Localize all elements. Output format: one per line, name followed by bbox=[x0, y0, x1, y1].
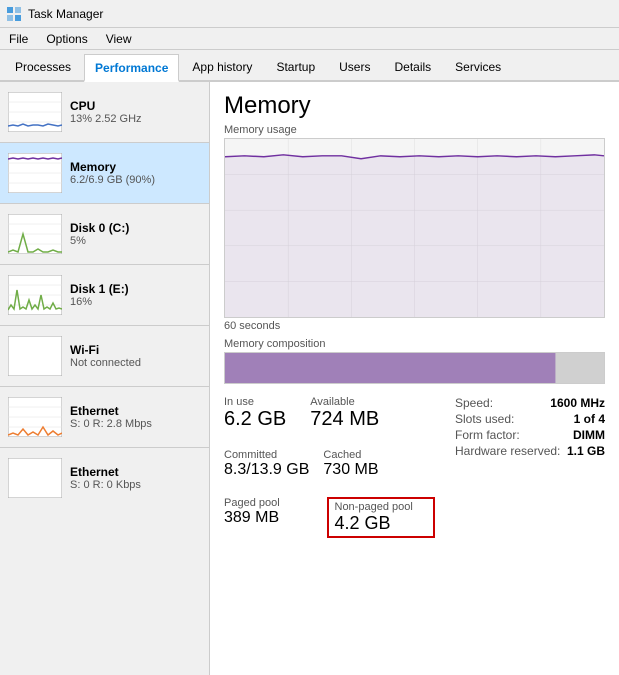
disk1-label: Disk 1 (E:) bbox=[70, 282, 201, 296]
sidebar-item-cpu[interactable]: CPU 13% 2.52 GHz bbox=[0, 82, 209, 142]
disk0-sub: 5% bbox=[70, 235, 201, 247]
sidebar-item-ethernet1[interactable]: Ethernet S: 0 R: 2.8 Mbps bbox=[0, 387, 209, 447]
disk0-label: Disk 0 (C:) bbox=[70, 221, 201, 235]
time-label: 60 seconds bbox=[224, 320, 605, 332]
ethernet1-label: Ethernet bbox=[70, 404, 201, 418]
main-content: CPU 13% 2.52 GHz Memory 6.2/6.9 GB (90%) bbox=[0, 82, 619, 675]
wifi-sub: Not connected bbox=[70, 357, 201, 369]
menu-bar: File Options View bbox=[0, 28, 619, 50]
ethernet1-info: Ethernet S: 0 R: 2.8 Mbps bbox=[70, 404, 201, 430]
non-paged-pool-label: Non-paged pool bbox=[335, 501, 428, 513]
stat-in-use: In use 6.2 GB bbox=[224, 396, 286, 431]
stat-paged-pool: Paged pool 389 MB bbox=[224, 497, 317, 538]
available-value: 724 MB bbox=[310, 408, 379, 431]
hw-reserved-key: Hardware reserved: bbox=[455, 444, 560, 458]
sidebar: CPU 13% 2.52 GHz Memory 6.2/6.9 GB (90%) bbox=[0, 82, 210, 675]
ethernet2-label: Ethernet bbox=[70, 465, 201, 479]
memory-sub: 6.2/6.9 GB (90%) bbox=[70, 174, 201, 186]
info-form: Form factor: DIMM bbox=[455, 428, 605, 442]
memory-usage-chart bbox=[224, 138, 605, 318]
title-text: Task Manager bbox=[28, 7, 103, 21]
wifi-thumbnail bbox=[8, 336, 62, 376]
menu-view[interactable]: View bbox=[103, 31, 135, 47]
committed-value: 8.3/13.9 GB bbox=[224, 461, 309, 479]
committed-label: Committed bbox=[224, 449, 309, 461]
sidebar-item-memory[interactable]: Memory 6.2/6.9 GB (90%) bbox=[0, 143, 209, 203]
paged-pool-label: Paged pool bbox=[224, 497, 317, 509]
sidebar-item-disk1[interactable]: Disk 1 (E:) 16% bbox=[0, 265, 209, 325]
form-val: DIMM bbox=[573, 428, 605, 442]
tab-performance[interactable]: Performance bbox=[84, 54, 179, 82]
app-icon bbox=[6, 6, 22, 22]
stat-cached: Cached 730 MB bbox=[323, 449, 378, 479]
title-bar: Task Manager bbox=[0, 0, 619, 28]
memory-thumbnail bbox=[8, 153, 62, 193]
tab-users[interactable]: Users bbox=[328, 52, 381, 80]
info-slots: Slots used: 1 of 4 bbox=[455, 412, 605, 426]
stat-non-paged-pool: Non-paged pool 4.2 GB bbox=[327, 497, 436, 538]
tab-bar: Processes Performance App history Startu… bbox=[0, 50, 619, 82]
tab-processes[interactable]: Processes bbox=[4, 52, 82, 80]
tab-services[interactable]: Services bbox=[444, 52, 512, 80]
right-panel: Memory Memory usage bbox=[210, 82, 619, 675]
info-hw-reserved: Hardware reserved: 1.1 GB bbox=[455, 444, 605, 458]
cpu-label: CPU bbox=[70, 99, 201, 113]
in-use-value: 6.2 GB bbox=[224, 408, 286, 431]
tab-details[interactable]: Details bbox=[383, 52, 442, 80]
menu-options[interactable]: Options bbox=[43, 31, 90, 47]
cpu-thumbnail bbox=[8, 92, 62, 132]
disk0-thumbnail bbox=[8, 214, 62, 254]
paged-pool-value: 389 MB bbox=[224, 509, 317, 527]
cached-value: 730 MB bbox=[323, 461, 378, 479]
disk1-sub: 16% bbox=[70, 296, 201, 308]
slots-val: 1 of 4 bbox=[574, 412, 605, 426]
disk0-info: Disk 0 (C:) 5% bbox=[70, 221, 201, 247]
disk1-thumbnail bbox=[8, 275, 62, 315]
in-use-label: In use bbox=[224, 396, 286, 408]
info-speed: Speed: 1600 MHz bbox=[455, 396, 605, 410]
hw-reserved-val: 1.1 GB bbox=[567, 444, 605, 458]
sidebar-item-disk0[interactable]: Disk 0 (C:) 5% bbox=[0, 204, 209, 264]
ethernet2-thumbnail bbox=[8, 458, 62, 498]
panel-title: Memory bbox=[224, 92, 605, 120]
speed-key: Speed: bbox=[455, 396, 493, 410]
sidebar-item-ethernet2[interactable]: Ethernet S: 0 R: 0 Kbps bbox=[0, 448, 209, 508]
stat-committed: Committed 8.3/13.9 GB bbox=[224, 449, 309, 479]
form-key: Form factor: bbox=[455, 428, 520, 442]
sidebar-item-wifi[interactable]: Wi-Fi Not connected bbox=[0, 326, 209, 386]
disk1-info: Disk 1 (E:) 16% bbox=[70, 282, 201, 308]
cpu-sub: 13% 2.52 GHz bbox=[70, 113, 201, 125]
ethernet2-sub: S: 0 R: 0 Kbps bbox=[70, 479, 201, 491]
memory-info: Memory 6.2/6.9 GB (90%) bbox=[70, 160, 201, 186]
ethernet2-info: Ethernet S: 0 R: 0 Kbps bbox=[70, 465, 201, 491]
info-col: Speed: 1600 MHz Slots used: 1 of 4 Form … bbox=[445, 396, 605, 538]
memory-label: Memory bbox=[70, 160, 201, 174]
cached-label: Cached bbox=[323, 449, 378, 461]
ethernet1-thumbnail bbox=[8, 397, 62, 437]
tab-startup[interactable]: Startup bbox=[265, 52, 326, 80]
wifi-label: Wi-Fi bbox=[70, 343, 201, 357]
menu-file[interactable]: File bbox=[6, 31, 31, 47]
speed-val: 1600 MHz bbox=[550, 396, 605, 410]
slots-key: Slots used: bbox=[455, 412, 514, 426]
usage-label: Memory usage bbox=[224, 124, 605, 136]
composition-label: Memory composition bbox=[224, 338, 605, 350]
cpu-info: CPU 13% 2.52 GHz bbox=[70, 99, 201, 125]
tab-app-history[interactable]: App history bbox=[181, 52, 263, 80]
non-paged-pool-value: 4.2 GB bbox=[335, 513, 428, 534]
stat-available: Available 724 MB bbox=[310, 396, 379, 431]
paged-section: Paged pool 389 MB Non-paged pool 4.2 GB bbox=[224, 497, 435, 538]
memory-composition-bar bbox=[224, 352, 605, 384]
wifi-info: Wi-Fi Not connected bbox=[70, 343, 201, 369]
available-label: Available bbox=[310, 396, 379, 408]
ethernet1-sub: S: 0 R: 2.8 Mbps bbox=[70, 418, 201, 430]
